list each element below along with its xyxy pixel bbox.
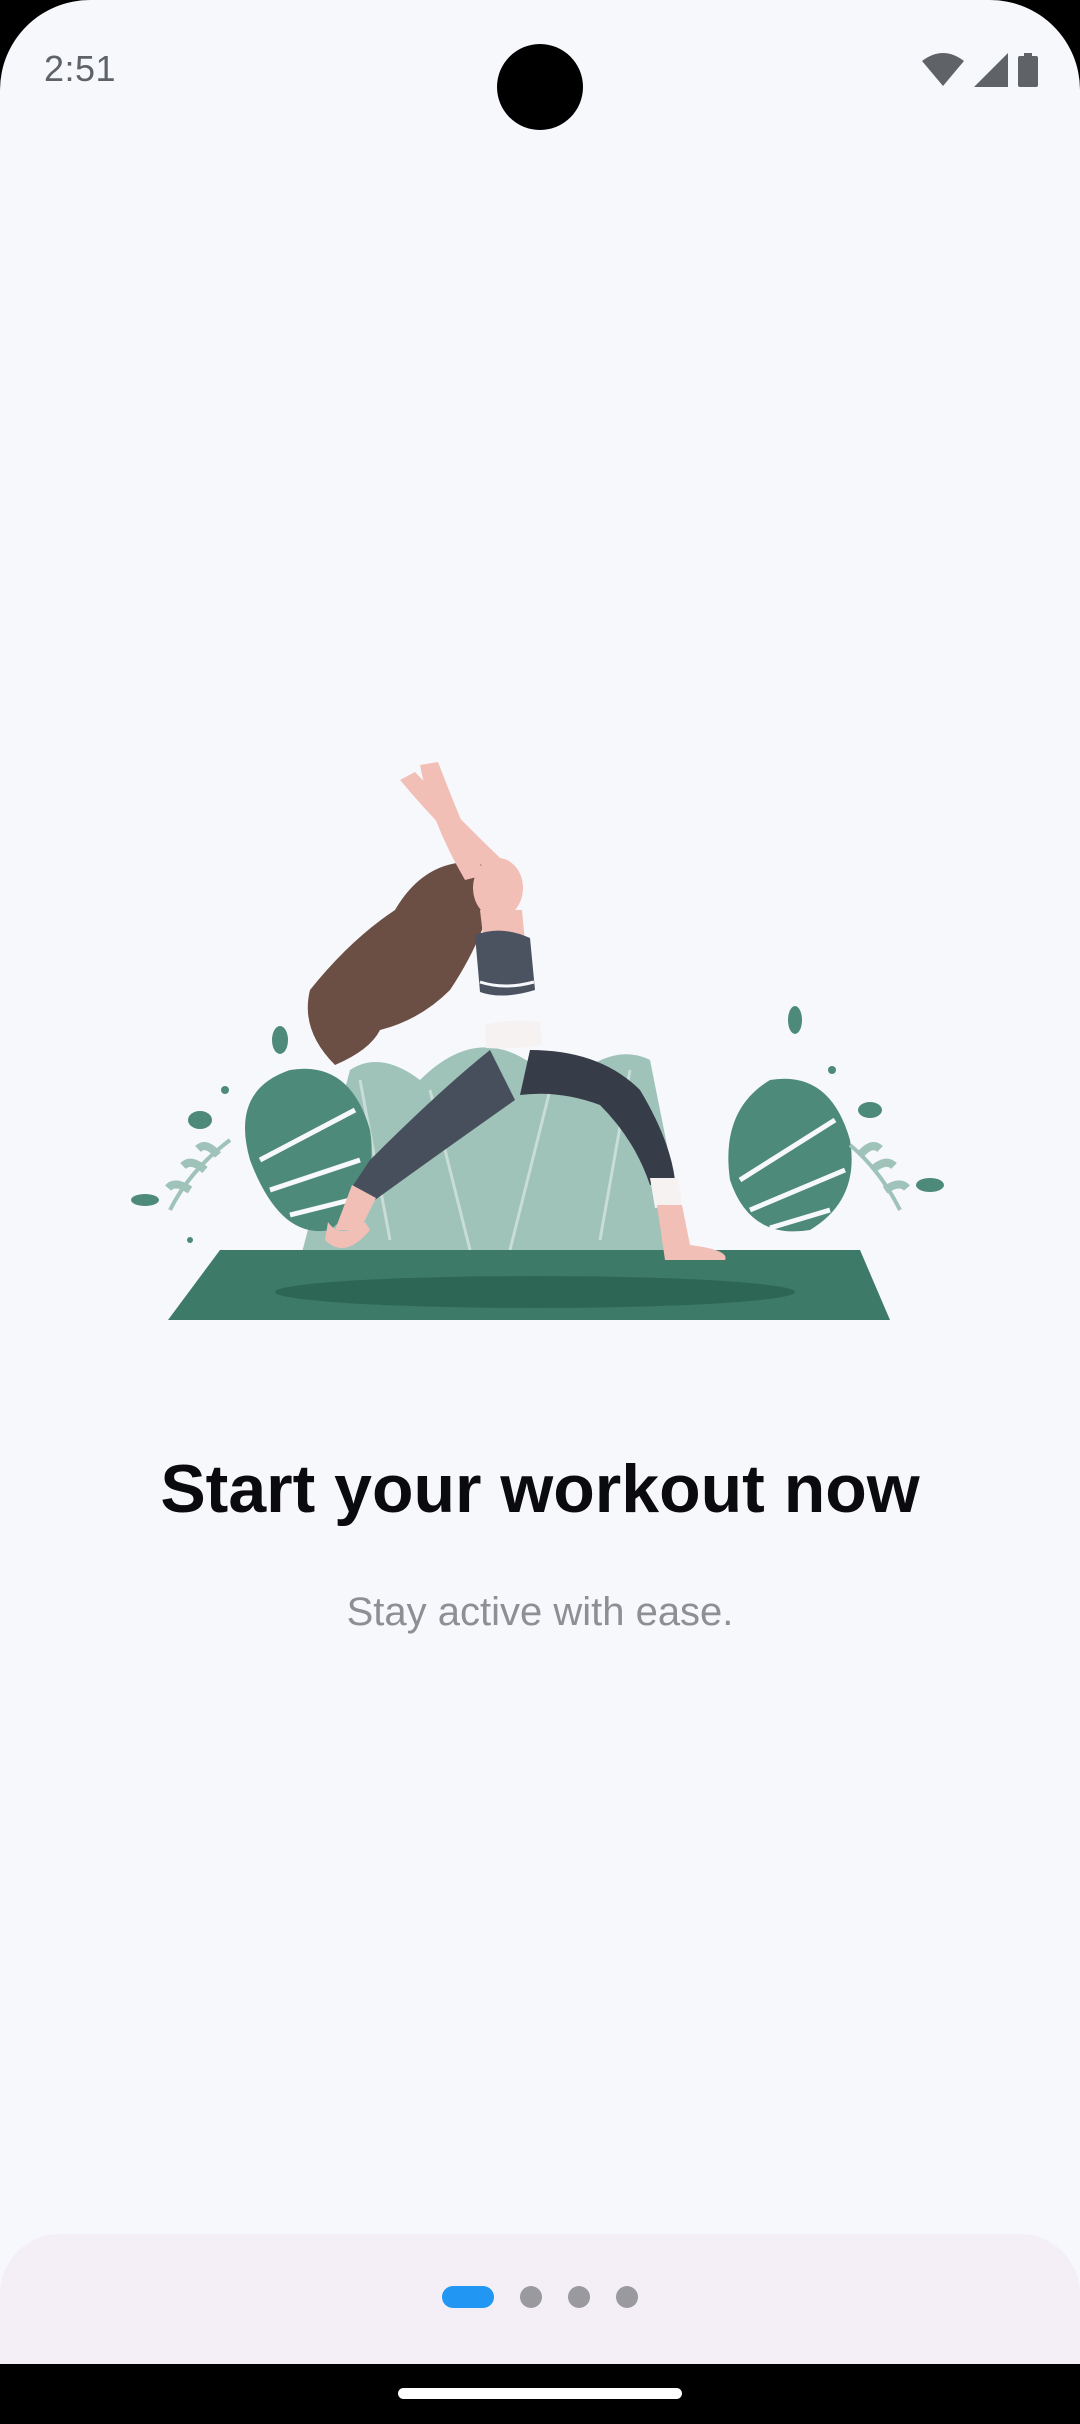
page-indicator-dot-1[interactable]: [442, 2286, 494, 2308]
cellular-signal-icon: [974, 53, 1008, 87]
page-indicator-dot-2[interactable]: [520, 2286, 542, 2308]
home-indicator[interactable]: [398, 2388, 682, 2399]
front-camera-cutout: [497, 44, 583, 130]
page-title: Start your workout now: [160, 1451, 920, 1527]
page-indicator-dot-4[interactable]: [616, 2286, 638, 2308]
status-time: 2:51: [44, 48, 117, 89]
onboarding-screen: 2:51 Start your workout now Stay active …: [0, 0, 1080, 2424]
wifi-icon: [922, 53, 964, 86]
page-indicator-dot-3[interactable]: [568, 2286, 590, 2308]
page-indicator: [0, 2286, 1080, 2308]
page-subtitle: Stay active with ease.: [346, 1590, 734, 1634]
status-bar: 2:51: [0, 0, 1080, 140]
status-icons: [922, 50, 1038, 90]
battery-icon: [1018, 53, 1038, 87]
woman-yoga-warrior-pose-illustration: [131, 762, 944, 1320]
